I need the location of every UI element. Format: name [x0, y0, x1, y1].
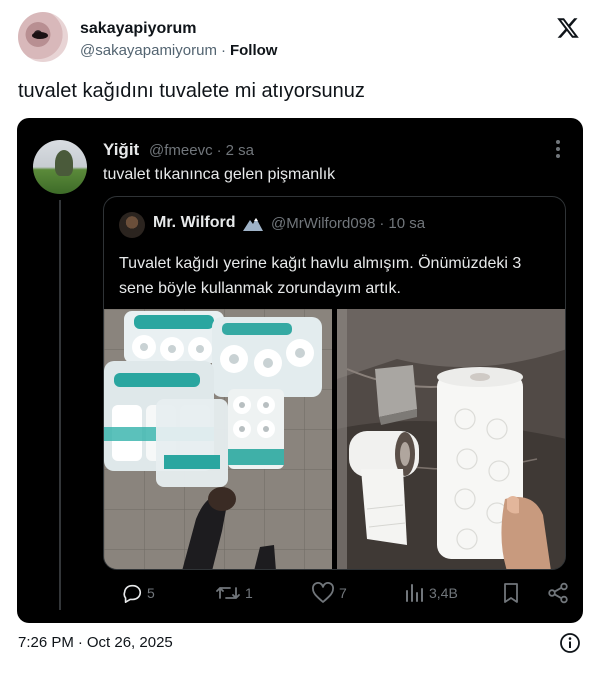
tweet-actions: 5 1 7 3,4B — [103, 580, 573, 610]
share-button[interactable] — [547, 580, 569, 606]
bookmark-icon — [504, 583, 518, 603]
views-chart-icon — [406, 584, 423, 602]
handle[interactable]: @fmeevc — [149, 142, 213, 159]
thread-line — [59, 200, 61, 610]
media-gallery — [104, 309, 565, 569]
display-name[interactable]: Mr. Wilford — [153, 214, 236, 232]
tweet-meta: @MrWilford098 · 10 sa — [271, 215, 425, 232]
media-photo-paper-packs[interactable] — [104, 309, 332, 569]
separator: · — [216, 142, 222, 159]
retweet-button[interactable]: 1 — [215, 580, 253, 606]
bookmark-button[interactable] — [501, 580, 521, 606]
retweet-icon — [216, 587, 240, 599]
share-icon — [548, 582, 568, 604]
display-name[interactable]: sakayapiyorum — [80, 20, 197, 38]
separator: · — [379, 215, 385, 232]
handle[interactable]: @MrWilford098 — [271, 215, 375, 232]
tweet-text: Tuvalet kağıdı yerine kağıt havlu almışı… — [119, 255, 522, 297]
reply-button[interactable]: 5 — [121, 580, 155, 606]
avatar-tree — [55, 150, 73, 176]
avatar-eye — [32, 32, 48, 39]
separator: · — [77, 634, 83, 651]
paper-packs-illustration — [104, 309, 332, 569]
tweet-text: tuvalet kağıdını tuvalete mi atıyorsunuz — [18, 80, 365, 102]
avatar[interactable] — [119, 212, 145, 238]
retweet-count: 1 — [245, 585, 253, 601]
quoted-tweet[interactable]: Mr. Wilford @MrWilford098 · 10 sa Tuvalet … — [103, 196, 566, 570]
like-button[interactable]: 7 — [311, 580, 347, 606]
media-photo-paper-towel[interactable] — [337, 309, 565, 569]
avatar[interactable] — [18, 12, 68, 62]
x-logo-icon[interactable] — [556, 16, 580, 40]
reply-count: 5 — [147, 585, 155, 601]
date: Oct 26, 2025 — [86, 634, 173, 651]
embedded-tweet-card: Yiğit @fmeevc · 2 sa tuvalet tıkanınca gel… — [17, 118, 583, 623]
avatar[interactable] — [33, 140, 87, 194]
tweet-timestamp[interactable]: 7:26 PM · Oct 26, 2025 — [18, 634, 173, 651]
like-count: 7 — [339, 585, 347, 601]
tweet-meta: @fmeevc · 2 sa — [149, 142, 254, 159]
timestamp[interactable]: 2 sa — [226, 142, 254, 159]
tweet-text: tuvalet tıkanınca gelen pişmanlık — [103, 166, 336, 183]
separator: · — [220, 42, 226, 59]
info-icon[interactable] — [559, 632, 581, 654]
tweet-header: sakayapiyorum @sakayapamiyorum · Follow — [18, 12, 582, 68]
mountain-badge-icon — [243, 218, 263, 231]
timestamp[interactable]: 10 sa — [388, 215, 425, 232]
views-button[interactable]: 3,4B — [403, 580, 458, 606]
time: 7:26 PM — [18, 634, 74, 651]
paper-towel-illustration — [337, 309, 565, 569]
views-count: 3,4B — [429, 585, 458, 601]
reply-icon — [123, 584, 142, 603]
display-name[interactable]: Yiğit — [103, 140, 139, 160]
heart-icon — [312, 582, 334, 603]
more-options-icon[interactable] — [555, 140, 561, 160]
follow-button[interactable]: Follow — [230, 42, 278, 59]
handle[interactable]: @sakayapamiyorum — [80, 42, 217, 59]
handle-row: @sakayapamiyorum · Follow — [80, 42, 277, 59]
